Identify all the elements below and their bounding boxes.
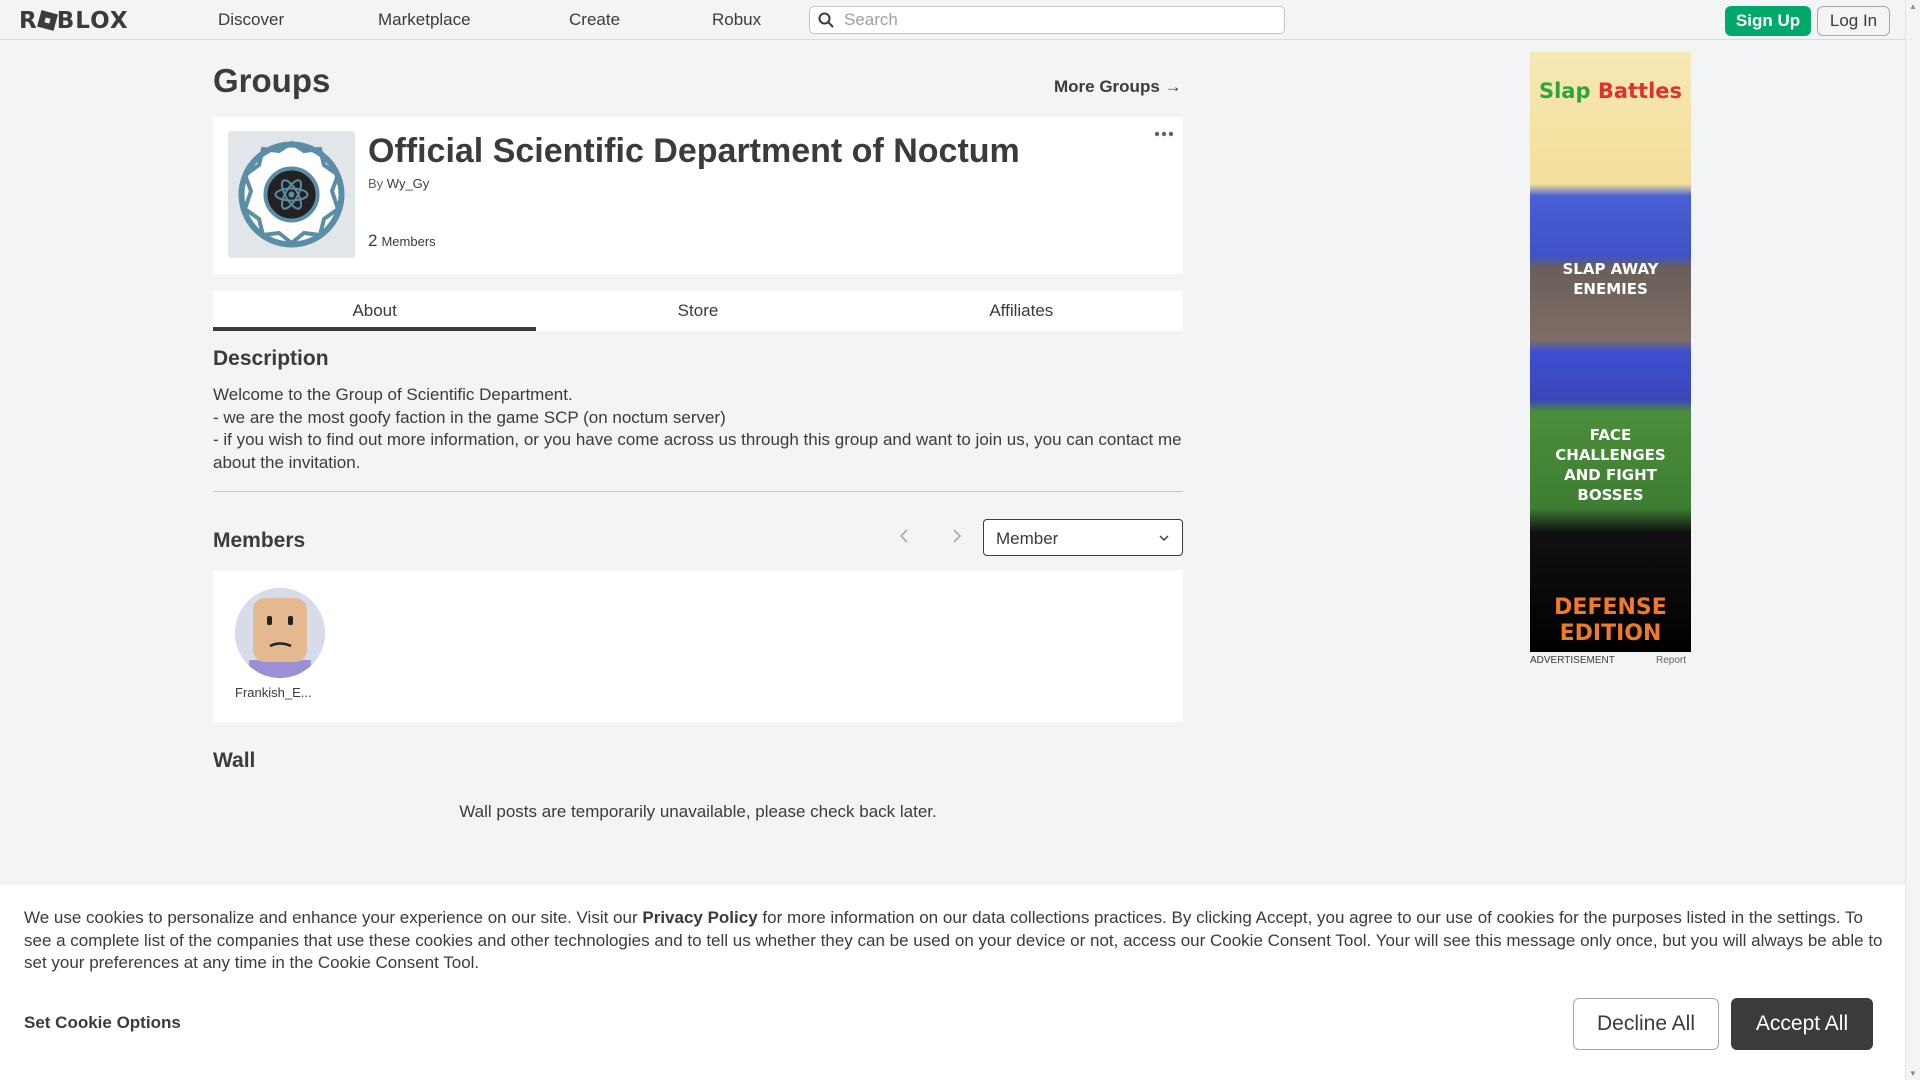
accept-all-button[interactable]: Accept All <box>1731 998 1873 1050</box>
avatar[interactable] <box>235 588 325 678</box>
ad-title-b: Battles <box>1597 79 1683 103</box>
page-title: Groups <box>213 62 331 99</box>
member-count-label: Members <box>381 234 436 249</box>
wall-message: Wall posts are temporarily unavailable, … <box>459 802 937 821</box>
advertisement-label: ADVERTISEMENT <box>1530 655 1615 666</box>
wall-heading: Wall <box>213 749 256 772</box>
more-options-icon[interactable] <box>1153 129 1175 139</box>
more-groups-link[interactable]: More Groups → <box>1054 77 1182 97</box>
cookie-text: We use cookies to personalize and enhanc… <box>24 907 1884 975</box>
scroll-up-icon[interactable]: ▲ <box>1909 2 1917 11</box>
search-icon <box>818 12 834 28</box>
ad-line-3: DEFENSE EDITION <box>1554 595 1667 646</box>
group-tabs: About Store Affiliates <box>213 291 1183 331</box>
members-list: Frankish_E... <box>213 570 1183 722</box>
role-dropdown-value: Member <box>996 529 1059 548</box>
page-scrollbar[interactable]: ▲ ▼ <box>1905 0 1920 1080</box>
nav-robux[interactable]: Robux <box>712 10 761 30</box>
member-count-value: 2 <box>368 231 378 250</box>
group-header-card: Official Scientific Department of Noctum… <box>213 117 1183 274</box>
by-label: By <box>368 176 384 191</box>
owner-link[interactable]: Wy_Gy <box>387 176 430 191</box>
description-text: Welcome to the Group of Scientific Depar… <box>213 385 1182 472</box>
cookie-text-before: We use cookies to personalize and enhanc… <box>24 908 643 927</box>
roblox-logo[interactable]: R BLOX <box>19 8 129 34</box>
advertisement-banner[interactable]: Slap Battles SLAP AWAY ENEMIES FACE CHAL… <box>1530 52 1691 652</box>
role-dropdown[interactable]: Member <box>983 519 1183 556</box>
search-input[interactable] <box>844 10 1274 30</box>
ad-line-2: FACE CHALLENGES AND FIGHT BOSSES <box>1555 426 1666 504</box>
cookie-consent-banner: We use cookies to personalize and enhanc… <box>0 885 1905 1080</box>
group-owner: By Wy_Gy <box>368 176 429 191</box>
nav-discover[interactable]: Discover <box>218 10 284 30</box>
search-box <box>809 6 1285 34</box>
members-heading: Members <box>213 529 306 552</box>
set-cookie-options-link[interactable]: Set Cookie Options <box>24 1013 181 1033</box>
group-name: Official Scientific Department of Noctum <box>368 132 1020 170</box>
member-count: 2 Members <box>368 231 436 251</box>
chevron-down-icon <box>1159 535 1169 541</box>
member-avatar-icon <box>235 588 325 678</box>
group-emblem <box>228 131 355 258</box>
ad-title: Slap Battles <box>1530 79 1691 103</box>
log-in-button[interactable]: Log In <box>1817 6 1890 36</box>
sign-up-button[interactable]: Sign Up <box>1725 6 1811 36</box>
top-navigation-bar: R BLOX Discover Marketplace Create Robux … <box>0 0 1905 40</box>
nav-create[interactable]: Create <box>569 10 620 30</box>
scroll-down-icon[interactable]: ▼ <box>1909 1069 1917 1078</box>
ad-line-1: SLAP AWAY ENEMIES <box>1562 260 1659 298</box>
nav-marketplace[interactable]: Marketplace <box>378 10 471 30</box>
ad-report-link[interactable]: Report <box>1656 655 1686 666</box>
tab-store[interactable]: Store <box>536 291 859 331</box>
tab-affiliates[interactable]: Affiliates <box>860 291 1183 331</box>
privacy-policy-link[interactable]: Privacy Policy <box>642 908 757 927</box>
description-heading: Description <box>213 347 329 370</box>
decline-all-button[interactable]: Decline All <box>1573 998 1719 1050</box>
chevron-left-icon[interactable] <box>897 525 911 547</box>
member-name[interactable]: Frankish_E... <box>235 685 325 700</box>
tab-about[interactable]: About <box>213 291 537 331</box>
divider <box>213 491 1183 492</box>
scp-emblem-icon <box>238 140 345 248</box>
ad-title-a: Slap <box>1538 79 1591 103</box>
chevron-right-icon[interactable] <box>950 525 964 547</box>
